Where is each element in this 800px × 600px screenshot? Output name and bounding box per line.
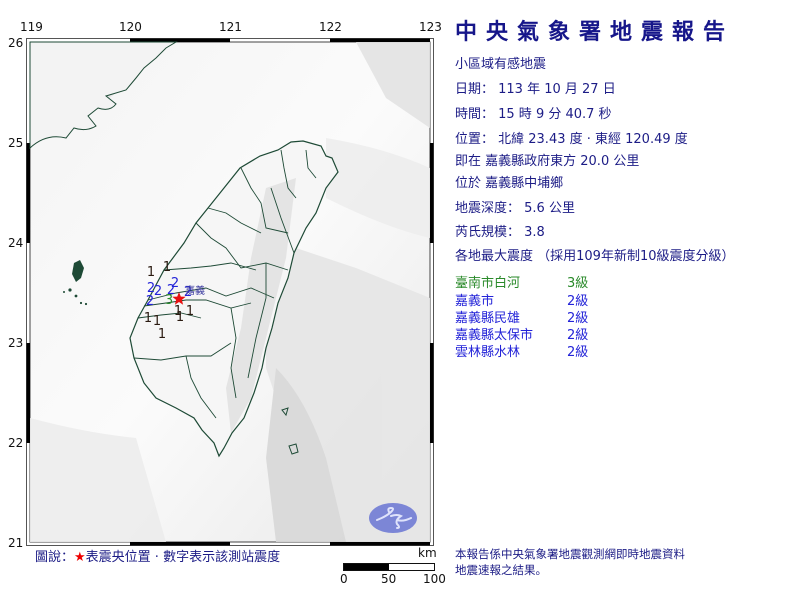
scale-label-100: 100 [423, 572, 446, 586]
frame-bar-left-2 [26, 343, 30, 443]
station-intensity-mark: 1 [158, 327, 166, 342]
scale-bar [343, 563, 435, 571]
frame-bar-left-1 [26, 143, 30, 243]
lat-tick-22: 22 [8, 436, 24, 450]
lat-tick-23: 23 [8, 336, 24, 350]
station-name: 臺南市白河 [455, 276, 521, 291]
frame-bar-top-2 [330, 38, 430, 42]
station-level: 3級 [567, 276, 589, 291]
lon-tick-123: 123 [419, 20, 442, 34]
station-intensity-mark: 1 [163, 260, 171, 275]
report-township: 位於 嘉義縣中埔鄉 [455, 176, 564, 191]
report-magnitude: 芮氏規模： 3.8 [455, 225, 545, 240]
frame-bar-right-2 [430, 343, 434, 443]
lon-tick-122: 122 [319, 20, 342, 34]
station-intensity-mark: 1 [176, 310, 184, 325]
report-title: 中央氣象署地震報告 [455, 20, 735, 45]
footer-line-2: 地震速報之結果。 [455, 563, 547, 577]
frame-bar-bottom-1 [130, 542, 230, 546]
frame-bar-right-1 [430, 143, 434, 243]
frame-bar-top-1 [130, 38, 230, 42]
lat-tick-26: 26 [8, 36, 24, 50]
report-location: 位置： 北緯 23.43 度 · 東經 120.49 度 [455, 132, 688, 147]
station-intensity-mark: 2 [146, 294, 154, 309]
lon-tick-119: 119 [20, 20, 43, 34]
station-intensity-mark: 2 [154, 284, 162, 299]
report-category: 小區域有感地震 [455, 57, 547, 72]
report-depth: 地震深度： 5.6 公里 [455, 201, 575, 216]
report-time: 時間： 15 時 9 分 40.7 秒 [455, 107, 612, 122]
legend-prefix: 圖說： [35, 550, 75, 565]
cwa-logo-icon [369, 503, 417, 533]
lat-tick-24: 24 [8, 236, 24, 250]
city-label-chiayi: 嘉義 [185, 284, 205, 297]
lat-tick-25: 25 [8, 136, 24, 150]
station-intensity-mark: 1 [186, 304, 194, 319]
report-footer: 本報告係中央氣象署地震觀測網即時地震資料 地震速報之結果。 [455, 546, 685, 578]
station-intensity-mark: 3 [165, 293, 173, 308]
scale-unit: km [418, 546, 437, 560]
legend-text: 表震央位置 · 數字表示該測站震度 [85, 550, 281, 565]
scale-label-0: 0 [340, 572, 348, 586]
map-legend: 圖說：★表震央位置 · 數字表示該測站震度 [35, 546, 280, 565]
lon-tick-120: 120 [119, 20, 142, 34]
lat-tick-21: 21 [8, 536, 24, 550]
station-intensity-mark: 1 [147, 265, 155, 280]
station-intensity-mark: 1 [144, 311, 152, 326]
footer-line-1: 本報告係中央氣象署地震觀測網即時地震資料 [455, 547, 685, 561]
intensity-header: 各地最大震度 （採用109年新制10級震度分級） [455, 249, 735, 264]
station-name: 雲林縣水林 [455, 345, 521, 360]
epicenter-star-icon: ★ [74, 550, 86, 565]
station-level: 2級 [567, 345, 589, 360]
report-relative-location: 即在 嘉義縣政府東方 20.0 公里 [455, 154, 640, 169]
report-date: 日期： 113 年 10 月 27 日 [455, 82, 616, 97]
map-panel[interactable]: 1 1 2 2 2 2 2 2 3 1 1 1 1 1 1 嘉義 [26, 38, 434, 546]
scale-label-50: 50 [381, 572, 397, 586]
lon-tick-121: 121 [219, 20, 242, 34]
frame-bar-bottom-2 [330, 542, 430, 546]
scale-bar-filled [344, 564, 389, 570]
